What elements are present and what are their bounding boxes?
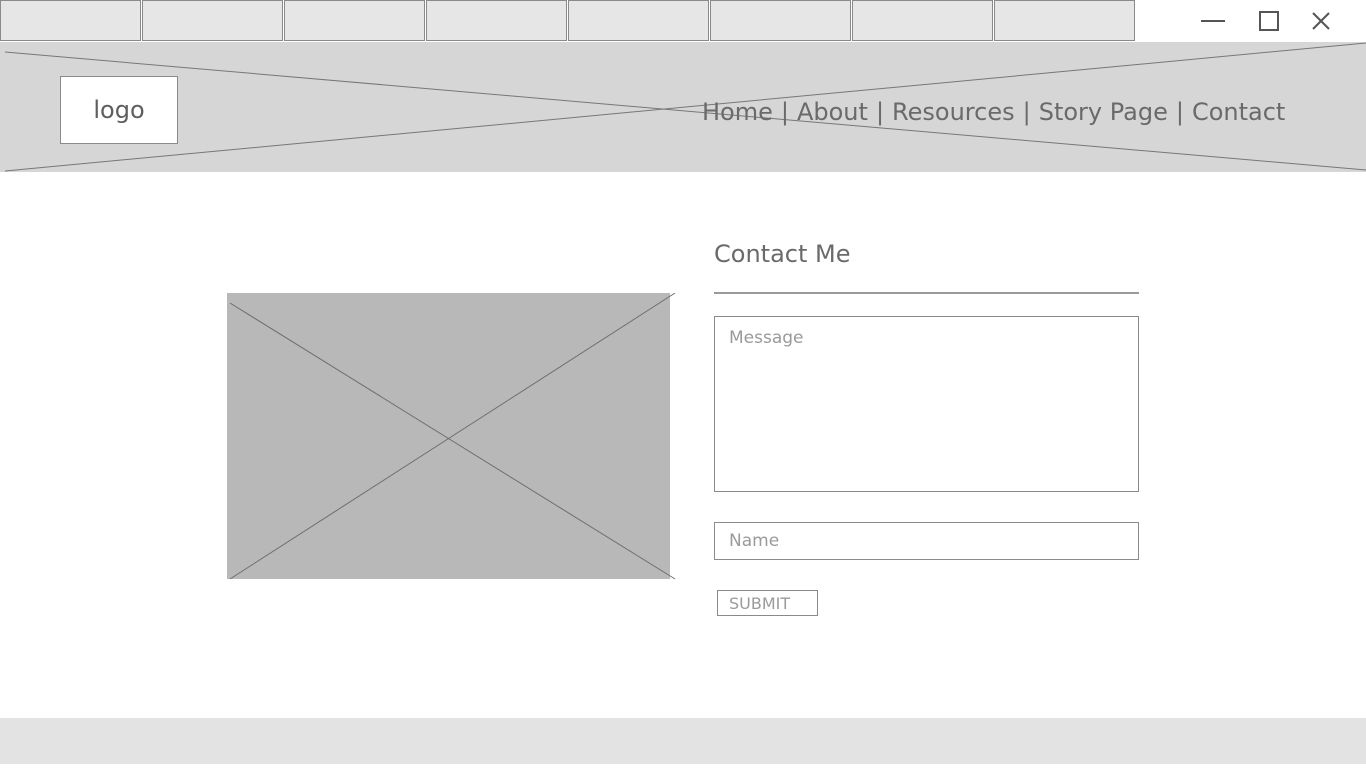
contact-title: Contact Me [714,240,851,268]
site-header: logo Home | About | Resources | Story Pa… [0,42,1366,172]
nav-about[interactable]: About [797,98,868,126]
main-nav: Home | About | Resources | Story Page | … [702,94,1285,130]
tab-8[interactable] [994,0,1135,41]
site-footer [0,718,1366,764]
title-divider [714,292,1139,294]
message-field[interactable] [714,316,1139,492]
nav-story-page[interactable]: Story Page [1039,98,1168,126]
maximize-icon [1259,11,1279,31]
nav-separator: | [1022,98,1031,126]
name-field[interactable] [714,522,1139,560]
minimize-icon [1201,20,1225,22]
tab-2[interactable] [142,0,283,41]
image-placeholder [227,293,676,580]
close-icon [1312,12,1330,30]
tab-7[interactable] [852,0,993,41]
tab-3[interactable] [284,0,425,41]
tab-4[interactable] [426,0,567,41]
nav-separator: | [875,98,885,126]
minimize-button[interactable] [1193,0,1233,42]
nav-home[interactable]: Home [702,98,773,126]
image-placeholder-cross [229,293,676,580]
tab-6[interactable] [710,0,851,41]
nav-contact[interactable]: Contact [1192,98,1285,126]
nav-resources[interactable]: Resources [892,98,1015,126]
nav-separator: | [780,98,789,126]
tab-5[interactable] [568,0,709,41]
close-button[interactable] [1301,0,1341,42]
tab-strip [0,0,1366,42]
tab-1[interactable] [0,0,141,41]
nav-separator: | [1175,98,1184,126]
submit-button[interactable]: SUBMIT [717,590,818,616]
maximize-button[interactable] [1249,0,1289,42]
logo[interactable]: logo [60,76,178,144]
